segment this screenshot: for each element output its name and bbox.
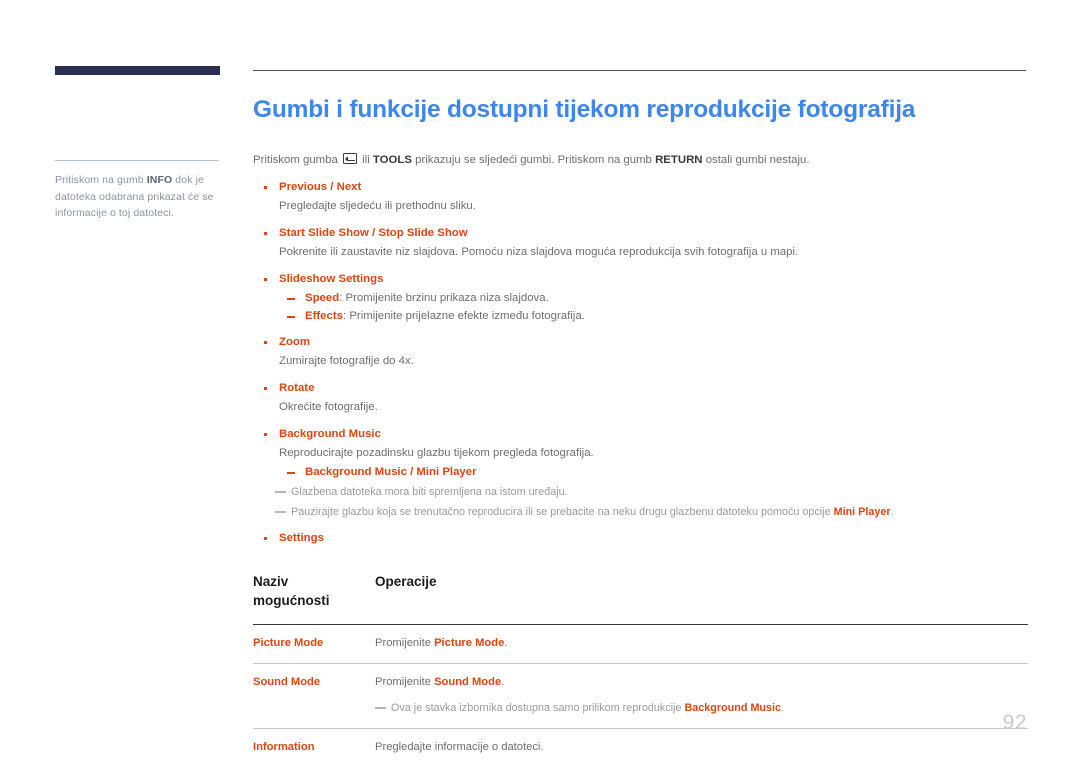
op-post: . bbox=[504, 637, 508, 649]
intro-part4: ostali gumbi nestaju. bbox=[702, 154, 810, 166]
bullet-title-slideshow-settings: Slideshow Settings bbox=[253, 270, 1028, 289]
sub-item-effects: Effects: Primijenite prijelazne efekte i… bbox=[253, 307, 1028, 325]
op-pre: Pregledajte informacije o datoteci. bbox=[375, 741, 544, 753]
table-header-operations: Operacije bbox=[375, 572, 1028, 625]
list-item: Rotate Okrećite fotografije. bbox=[253, 379, 1028, 417]
table-header-name: Naziv mogućnosti bbox=[253, 572, 375, 625]
options-table: Naziv mogućnosti Operacije Picture Mode … bbox=[253, 572, 1028, 763]
note-item-mini-player-tail: . bbox=[890, 506, 894, 518]
header-rule bbox=[253, 70, 1026, 71]
op-post: . bbox=[501, 676, 505, 688]
note-post: . bbox=[781, 702, 785, 714]
note-item-mini-player: Pauzirajte glazbu koja se trenutačno rep… bbox=[253, 503, 1028, 521]
bullet-desc-slide-show: Pokrenite ili zaustavite niz slajdova. P… bbox=[279, 246, 799, 258]
table-body: Picture Mode Promijenite Picture Mode. S… bbox=[253, 624, 1028, 763]
table-row: Information Pregledajte informacije o da… bbox=[253, 728, 1028, 763]
table-cell-op-sound-mode: Promijenite Sound Mode. Ova je stavka iz… bbox=[375, 663, 1028, 729]
bullet-title-slide-show: Start Slide Show / Stop Slide Show bbox=[253, 224, 1028, 243]
bullet-desc-previous-next: Pregledajte sljedeću ili prethodnu sliku… bbox=[279, 200, 476, 212]
intro-bold-return: RETURN bbox=[655, 154, 703, 166]
op-bold: Picture Mode bbox=[434, 637, 505, 649]
bullet-list: Previous / Next Pregledajte sljedeću ili… bbox=[253, 178, 1028, 548]
page-title: Gumbi i funkcije dostupni tijekom reprod… bbox=[253, 96, 916, 123]
sub-item-speed-text: : Promijenite brzinu prikaza niza slajdo… bbox=[339, 292, 549, 304]
sub-item-effects-text: : Primijenite prijelazne efekte između f… bbox=[342, 310, 585, 322]
bullet-desc-rotate: Okrećite fotografije. bbox=[279, 401, 378, 413]
table-cell-op-information: Pregledajte informacije o datoteci. bbox=[375, 728, 1028, 763]
bullet-title-zoom: Zoom bbox=[253, 333, 1028, 352]
bullet-title-previous-next: Previous / Next bbox=[253, 178, 1028, 197]
note-item-storage-text: Glazbena datoteka mora biti spremljena n… bbox=[291, 486, 568, 498]
note-item-mini-player-bold: Mini Player bbox=[833, 506, 891, 518]
intro-part1: Pritiskom gumba bbox=[253, 154, 341, 166]
note-bold: Background Music bbox=[684, 702, 782, 714]
table-header-row: Naziv mogućnosti Operacije bbox=[253, 572, 1028, 625]
intro-part3: prikazuju se sljedeći gumbi. Pritiskom n… bbox=[411, 154, 656, 166]
list-item: Previous / Next Pregledajte sljedeću ili… bbox=[253, 178, 1028, 216]
sub-item-effects-label: Effects bbox=[305, 310, 343, 322]
sub-item-speed: Speed: Promijenite brzinu prikaza niza s… bbox=[253, 289, 1028, 307]
list-item: Start Slide Show / Stop Slide Show Pokre… bbox=[253, 224, 1028, 262]
table-row: Sound Mode Promijenite Sound Mode. Ova j… bbox=[253, 663, 1028, 729]
sub-item-speed-label: Speed bbox=[305, 292, 340, 304]
sidebar-divider bbox=[55, 160, 219, 161]
table-cell-name-picture-mode: Picture Mode bbox=[253, 624, 375, 664]
sidebar-note-text: Pritiskom na gumb INFO dok je datoteka o… bbox=[55, 172, 227, 222]
document-page: Pritiskom na gumb INFO dok je datoteka o… bbox=[0, 0, 1080, 763]
table-cell-name-sound-mode: Sound Mode bbox=[253, 663, 375, 729]
bullet-desc-zoom: Zumirajte fotografije do 4x. bbox=[279, 355, 414, 367]
note-item-storage: Glazbena datoteka mora biti spremljena n… bbox=[253, 483, 1028, 501]
table-cell-op-picture-mode: Promijenite Picture Mode. bbox=[375, 624, 1028, 664]
table-head: Naziv mogućnosti Operacije bbox=[253, 572, 1028, 625]
bullet-title-settings: Settings bbox=[253, 529, 1028, 548]
main-content: Gumbi i funkcije dostupni tijekom reprod… bbox=[253, 95, 1028, 763]
list-item: Zoom Zumirajte fotografije do 4x. bbox=[253, 333, 1028, 371]
list-item: Settings bbox=[253, 529, 1028, 548]
sub-item-background-music-mini-player: Background Music / Mini Player bbox=[253, 463, 1028, 481]
table-cell-name-information: Information bbox=[253, 728, 375, 763]
op-pre: Promijenite bbox=[375, 676, 435, 688]
intro-bold-tools: TOOLS bbox=[372, 154, 412, 166]
op-pre: Promijenite bbox=[375, 637, 435, 649]
table-cell-note-sound-mode: Ova je stavka izbornika dostupna samo pr… bbox=[375, 699, 1028, 717]
list-item: Background Music Reproducirajte pozadins… bbox=[253, 425, 1028, 521]
table-row: Picture Mode Promijenite Picture Mode. bbox=[253, 624, 1028, 664]
bullet-desc-background-music: Reproducirajte pozadinsku glazbu tijekom… bbox=[279, 447, 594, 459]
page-number: 92 bbox=[1002, 711, 1027, 734]
enter-key-icon bbox=[343, 153, 357, 164]
note-pre: Ova je stavka izbornika dostupna samo pr… bbox=[391, 702, 685, 714]
intro-paragraph: Pritiskom gumba ili TOOLS prikazuju se s… bbox=[253, 152, 1028, 169]
bullet-title-background-music: Background Music bbox=[253, 425, 1028, 444]
op-bold: Sound Mode bbox=[434, 676, 502, 688]
bullet-title-rotate: Rotate bbox=[253, 379, 1028, 398]
note-item-mini-player-text: Pauzirajte glazbu koja se trenutačno rep… bbox=[291, 506, 834, 518]
header-accent-bar bbox=[55, 66, 220, 75]
sidebar-note-part1: Pritiskom na gumb bbox=[55, 174, 147, 186]
intro-part2: ili bbox=[359, 154, 373, 166]
sidebar-note-block: Pritiskom na gumb INFO dok je datoteka o… bbox=[55, 160, 227, 222]
list-item: Slideshow Settings Speed: Promijenite br… bbox=[253, 270, 1028, 325]
sidebar-note-bold: INFO bbox=[146, 174, 173, 186]
